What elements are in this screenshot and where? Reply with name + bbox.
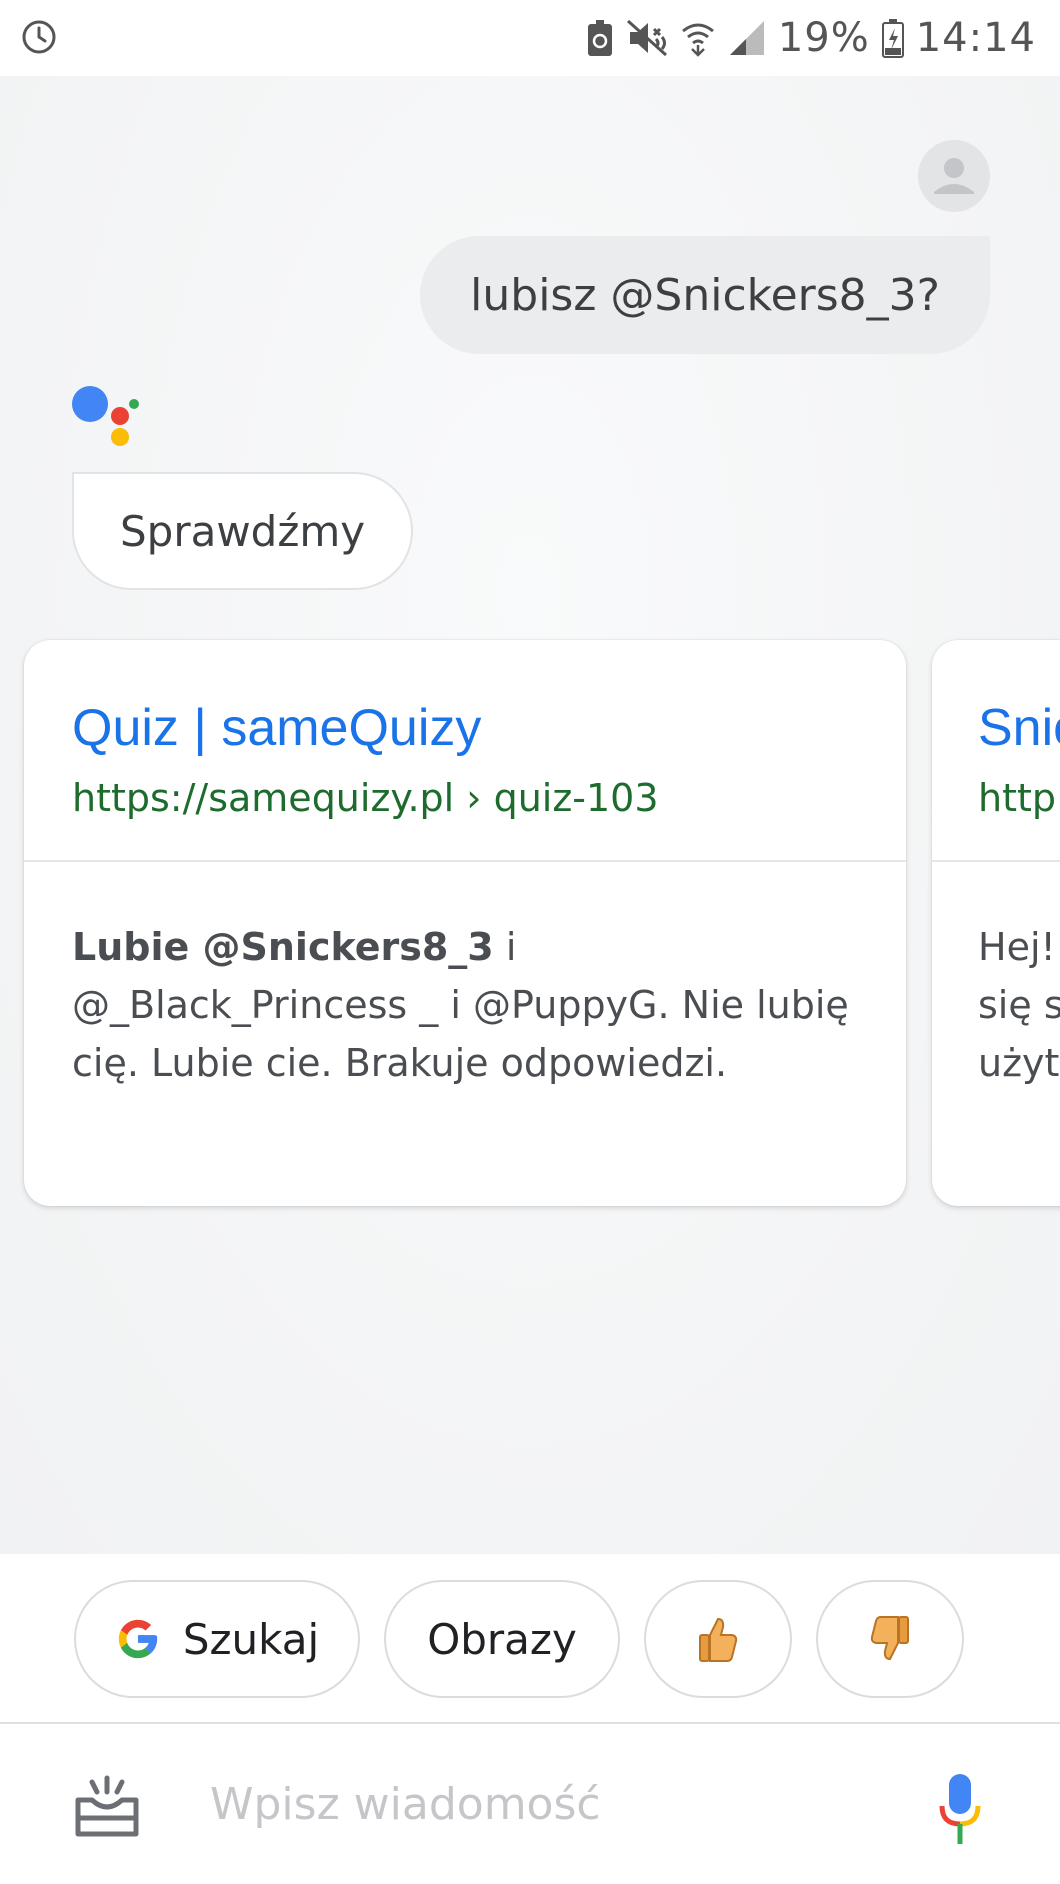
message-input-bar (0, 1722, 1060, 1884)
user-avatar[interactable] (918, 140, 990, 212)
result-snippet-bold: Lubie @Snickers8_3 (72, 925, 494, 969)
message-input[interactable] (210, 1764, 890, 1844)
wifi-icon (681, 23, 714, 57)
thumbs-up-chip[interactable] (644, 1580, 792, 1698)
google-g-icon (118, 1619, 157, 1659)
result-snippet: Lubie @Snickers8_3 i @_Black_Princess _ … (24, 862, 906, 1092)
images-chip-label: Obrazy (427, 1614, 577, 1664)
suggestion-chips: Szukaj Obrazy (0, 1554, 1060, 1722)
assistant-reply-bubble: Sprawdźmy (72, 472, 414, 590)
status-bar: 19% 14:14 (0, 0, 1060, 76)
search-result-card[interactable]: Quiz | sameQuizy https://samequizy.pl › … (24, 640, 906, 1206)
microphone-icon[interactable] (938, 1772, 982, 1846)
battery-saver-icon (587, 20, 612, 56)
assistant-reply-text: Sprawdźmy (120, 506, 366, 556)
conversation-area[interactable]: lubisz @Snickers8_3? Sprawdźmy Quiz | sa… (0, 76, 1060, 1554)
result-snippet: Hej! się s użyt (932, 862, 1060, 1092)
result-snippet-line: użyt (978, 1041, 1060, 1085)
thumbs-down-chip[interactable] (816, 1580, 964, 1698)
vibrate-icon (626, 19, 667, 57)
result-url[interactable]: http (978, 776, 1060, 820)
thumbs-down-icon (870, 1616, 909, 1661)
clock: 14:14 (915, 15, 1036, 61)
updates-tray-icon[interactable] (74, 1774, 140, 1838)
search-result-card-partial[interactable]: Snic http Hej! się s użyt (932, 640, 1060, 1206)
alarm-icon (22, 20, 56, 54)
result-snippet-line: się s (978, 983, 1060, 1027)
signal-icon (729, 21, 764, 55)
user-message-bubble: lubisz @Snickers8_3? (420, 236, 990, 354)
search-chip[interactable]: Szukaj (74, 1580, 360, 1698)
person-icon (934, 158, 974, 194)
result-snippet-line: Hej! (978, 925, 1056, 969)
result-card-header[interactable]: Quiz | sameQuizy https://samequizy.pl › … (24, 640, 906, 862)
user-message-text: lubisz @Snickers8_3? (470, 269, 940, 321)
search-chip-label: Szukaj (182, 1614, 320, 1664)
battery-charging-icon (881, 19, 904, 58)
result-title[interactable]: Snic (978, 698, 1060, 758)
result-card-header[interactable]: Snic http (932, 640, 1060, 862)
thumbs-up-icon (699, 1617, 738, 1662)
result-title[interactable]: Quiz | sameQuizy (72, 698, 858, 758)
google-assistant-logo (72, 386, 139, 446)
battery-percent: 19% (777, 15, 870, 61)
result-url[interactable]: https://samequizy.pl › quiz-103 (72, 776, 858, 820)
status-icons: 19% 14:14 (586, 10, 1036, 66)
images-chip[interactable]: Obrazy (384, 1580, 620, 1698)
